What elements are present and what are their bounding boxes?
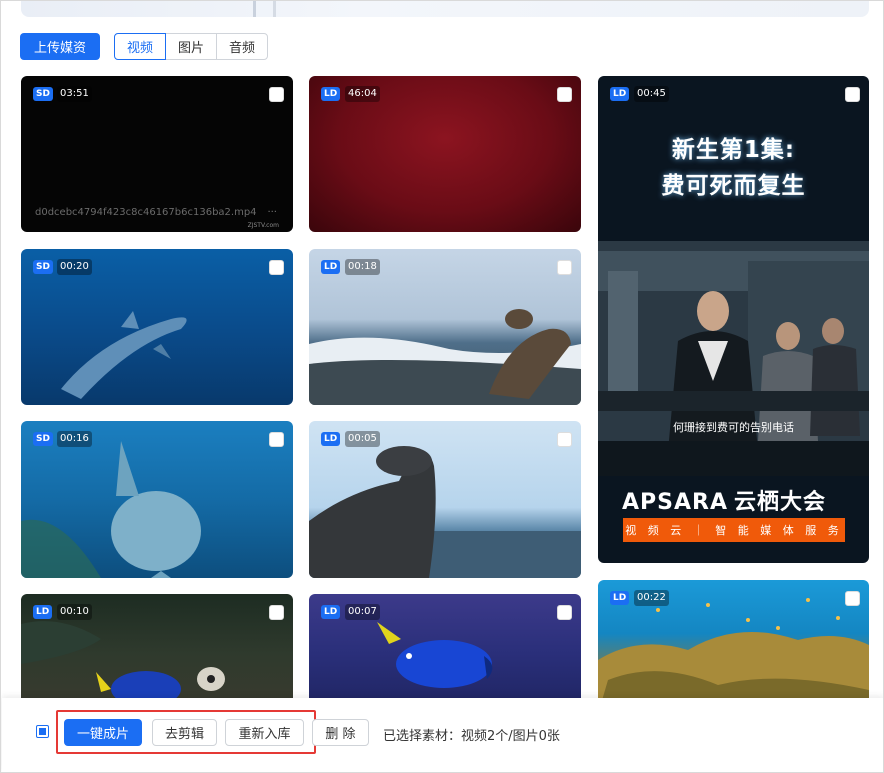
duration-label: 00:16 — [57, 431, 92, 447]
media-card[interactable]: SD 00:20 — [21, 249, 293, 405]
quality-badge: LD — [321, 260, 341, 274]
media-card[interactable]: LD 00:10 — [21, 594, 293, 714]
poster-tagline: 视 频 云 ｜ 智 能 媒 体 服 务 — [623, 518, 845, 542]
quality-badge: LD — [321, 605, 341, 619]
duration-label: 00:22 — [634, 590, 669, 606]
more-icon[interactable]: ··· — [267, 207, 277, 218]
select-checkbox[interactable] — [269, 87, 284, 102]
tab-video[interactable]: 视频 — [114, 33, 167, 60]
media-type-tabs: 视频 图片 音频 — [114, 33, 269, 60]
media-card[interactable]: SD 00:16 — [21, 421, 293, 578]
select-checkbox[interactable] — [557, 260, 572, 275]
select-checkbox[interactable] — [269, 260, 284, 275]
apsara-logo-text: APSARA — [622, 490, 728, 515]
duration-label: 03:51 — [57, 86, 92, 102]
delete-button[interactable]: 删 除 — [312, 719, 369, 746]
apsara-cn-text: 云栖大会 — [734, 490, 827, 515]
select-checkbox[interactable] — [557, 605, 572, 620]
quality-badge: SD — [33, 432, 53, 446]
select-checkbox[interactable] — [557, 87, 572, 102]
quality-badge: LD — [33, 605, 53, 619]
duration-label: 00:45 — [634, 86, 669, 102]
quality-badge: LD — [610, 87, 630, 101]
poster-title-line1: 新生第1集: — [671, 137, 796, 163]
media-library-panel: 上传媒资 视频 图片 音频 SD 03:51 d0dcebc4794f423c8… — [0, 0, 884, 773]
upload-media-button[interactable]: 上传媒资 — [20, 33, 100, 60]
bottom-action-bar: 一键成片 去剪辑 重新入库 删 除 已选择素材：视频2个/图片0张 — [2, 698, 883, 772]
duration-label: 00:10 — [57, 604, 92, 620]
duration-label: 00:07 — [345, 604, 380, 620]
duration-label: 00:20 — [57, 259, 92, 275]
go-edit-button[interactable]: 去剪辑 — [152, 719, 217, 746]
media-card[interactable]: LD 00:07 — [309, 594, 581, 714]
poster-subtitle: 何珊接到费可的告别电话 — [673, 421, 794, 434]
quality-badge: SD — [33, 87, 53, 101]
one-click-create-button[interactable]: 一键成片 — [64, 719, 142, 746]
select-checkbox[interactable] — [845, 87, 860, 102]
media-card[interactable]: LD 46:04 — [309, 76, 581, 232]
quality-badge: LD — [321, 87, 341, 101]
media-card[interactable]: LD 00:22 — [598, 580, 869, 714]
poster-scene-image — [598, 241, 869, 476]
watermark-logo: ZJSTV.com — [247, 222, 279, 229]
quality-badge: LD — [321, 432, 341, 446]
apsara-logo: APSARA 云栖大会 — [622, 484, 826, 516]
select-checkbox[interactable] — [845, 591, 860, 606]
quality-badge: LD — [610, 591, 630, 605]
select-checkbox[interactable] — [269, 432, 284, 447]
media-card[interactable]: 新生第1集: 费可死而复生 LD 00:45 何珊接到费可的告别电话 APSAR… — [598, 76, 869, 563]
duration-label: 00:05 — [345, 431, 380, 447]
duration-label: 46:04 — [345, 86, 380, 102]
media-card[interactable]: LD 00:05 — [309, 421, 581, 578]
duration-label: 00:18 — [345, 259, 380, 275]
quality-badge: SD — [33, 260, 53, 274]
poster-title-line2: 费可死而复生 — [661, 173, 806, 199]
media-card[interactable]: SD 03:51 d0dcebc4794f423c8c46167b6c136ba… — [21, 76, 293, 232]
top-scroll-strip — [21, 1, 869, 17]
media-card[interactable]: LD 00:18 — [309, 249, 581, 405]
select-all-checkbox[interactable] — [36, 725, 49, 738]
reimport-button[interactable]: 重新入库 — [225, 719, 304, 746]
tab-audio[interactable]: 音频 — [216, 33, 269, 60]
select-checkbox[interactable] — [269, 605, 284, 620]
selection-status: 已选择素材：视频2个/图片0张 — [383, 729, 560, 744]
tab-image[interactable]: 图片 — [165, 33, 218, 60]
select-checkbox[interactable] — [557, 432, 572, 447]
file-name: d0dcebc4794f423c8c46167b6c136ba2.mp4 — [35, 207, 257, 218]
